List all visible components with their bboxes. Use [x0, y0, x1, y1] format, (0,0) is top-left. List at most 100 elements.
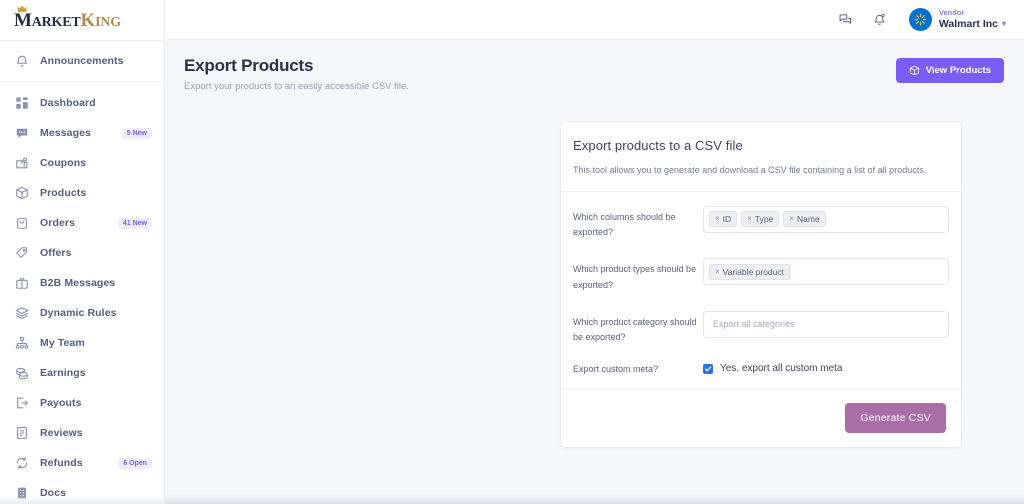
bell-icon: [14, 53, 30, 69]
bottom-shade: [165, 494, 1024, 504]
tag-chip[interactable]: ×Type: [741, 211, 779, 227]
user-name-row: Walmart Inc ▾: [939, 18, 1006, 31]
check-icon: [704, 365, 712, 373]
brand-market-rest: ARKET: [32, 15, 81, 30]
sidebar-item-label: Messages: [40, 127, 91, 139]
sidebar-item-earnings[interactable]: Earnings: [0, 358, 164, 388]
form-row-label: Which product category should be exporte…: [573, 311, 703, 347]
form-row-label: Which columns should be exported?: [573, 206, 703, 242]
tag-input[interactable]: ×ID×Type×Name: [703, 206, 949, 233]
custom-meta-checkbox[interactable]: [703, 364, 713, 374]
tag-chip[interactable]: ×ID: [709, 211, 737, 227]
sidebar: MARKETKING Announcements Dashboard Messag…: [0, 0, 165, 504]
export-card: Export products to a CSV file This tool …: [561, 122, 961, 447]
sidebar-item-label: Earnings: [40, 367, 86, 379]
sidebar-item-label: Refunds: [40, 457, 83, 469]
sidebar-item-badge: 5 New: [122, 128, 152, 139]
form-row: Which product types should be exported?×…: [573, 258, 949, 294]
sidebar-item-label: B2B Messages: [40, 277, 115, 289]
chip-label: Variable product: [723, 267, 784, 277]
form-row-control: ×Variable product: [703, 258, 949, 285]
payout-icon: [14, 395, 30, 411]
chevron-down-icon[interactable]: ▾: [1002, 19, 1006, 29]
chip-remove-icon[interactable]: ×: [789, 214, 794, 224]
sidebar-item-products[interactable]: Products: [0, 178, 164, 208]
tag-input[interactable]: Export all categories: [703, 311, 949, 338]
coins-icon: [14, 365, 30, 381]
form-row-control: ×ID×Type×Name: [703, 206, 949, 233]
chip-remove-icon[interactable]: ×: [715, 214, 720, 224]
custom-meta-text: Yes, export all custom meta: [720, 363, 842, 374]
main-area: Vendor Walmart Inc ▾ Export Products Exp…: [165, 0, 1024, 504]
sidebar-label-announcements: Announcements: [40, 55, 124, 67]
sidebar-item-label: Products: [40, 187, 86, 199]
chat-bubbles-icon[interactable]: [837, 11, 855, 29]
sidebar-item-payouts[interactable]: Payouts: [0, 388, 164, 418]
generate-csv-button[interactable]: Generate CSV: [845, 403, 946, 433]
sidebar-item-docs[interactable]: Docs: [0, 478, 164, 504]
custom-meta-row: Export custom meta? Yes, export all cust…: [573, 363, 949, 374]
user-menu[interactable]: Vendor Walmart Inc ▾: [905, 8, 1006, 31]
box-icon: [14, 185, 30, 201]
sidebar-item-reviews[interactable]: Reviews: [0, 418, 164, 448]
brand-king-rest: ING: [95, 15, 121, 30]
form-row-control: Export all categories: [703, 311, 949, 338]
sidebar-item-label: Reviews: [40, 427, 83, 439]
sidebar-item-label: Payouts: [40, 397, 82, 409]
coupon-icon: [14, 155, 30, 171]
view-products-button[interactable]: View Products: [896, 58, 1004, 83]
brand-logo[interactable]: MARKETKING: [0, 0, 164, 40]
export-card-footer: Generate CSV: [561, 388, 961, 447]
sidebar-item-b2b-messages[interactable]: B2B Messages: [0, 268, 164, 298]
bell-icon[interactable]: [871, 11, 889, 29]
sidebar-item-label: Offers: [40, 247, 72, 259]
chip-remove-icon[interactable]: ×: [715, 267, 720, 277]
chip-label: Type: [755, 214, 773, 224]
page-subtitle: Export your products to an easily access…: [184, 81, 409, 92]
page-header-text: Export Products Export your products to …: [184, 56, 409, 92]
brand-logo-text: MARKETKING: [14, 11, 121, 30]
docs-icon: [14, 485, 30, 501]
user-name: Walmart Inc: [939, 18, 998, 31]
topbar: Vendor Walmart Inc ▾: [165, 0, 1024, 40]
refresh-icon: [14, 455, 30, 471]
user-role: Vendor: [939, 8, 1006, 17]
brand-market: M: [14, 10, 32, 31]
layers-icon: [14, 305, 30, 321]
sidebar-item-label: Dashboard: [40, 97, 96, 109]
sidebar-item-orders[interactable]: Orders 41 New: [0, 208, 164, 238]
sidebar-item-dashboard[interactable]: Dashboard: [0, 88, 164, 118]
custom-meta-checkbox-wrap[interactable]: Yes, export all custom meta: [703, 363, 842, 374]
sidebar-item-refunds[interactable]: Refunds6 Open: [0, 448, 164, 478]
sidebar-item-label: Dynamic Rules: [40, 307, 117, 319]
tag-input-placeholder: Export all categories: [713, 319, 795, 329]
chip-remove-icon[interactable]: ×: [747, 214, 752, 224]
custom-meta-label: Export custom meta?: [573, 364, 703, 374]
sidebar-item-messages[interactable]: Messages 5 New: [0, 118, 164, 148]
form-row: Which columns should be exported?×ID×Typ…: [573, 206, 949, 242]
bag-icon: [14, 215, 30, 231]
form-row: Which product category should be exporte…: [573, 311, 949, 347]
sidebar-item-dynamic-rules[interactable]: Dynamic Rules: [0, 298, 164, 328]
sidebar-item-label: Coupons: [40, 157, 86, 169]
briefcase-icon: [14, 275, 30, 291]
crown-icon: [17, 5, 27, 12]
box-icon: [909, 65, 920, 76]
sidebar-item-label: Orders: [40, 217, 75, 229]
chat-icon: [14, 125, 30, 141]
sidebar-item-announcements[interactable]: Announcements: [0, 41, 164, 81]
page-header: Export Products Export your products to …: [165, 40, 1024, 92]
sidebar-item-coupons[interactable]: Coupons: [0, 148, 164, 178]
sidebar-item-my-team[interactable]: My Team: [0, 328, 164, 358]
sidebar-item-offers[interactable]: Offers: [0, 238, 164, 268]
tag-chip[interactable]: ×Variable product: [709, 264, 790, 280]
sidebar-item-label: My Team: [40, 337, 85, 349]
review-icon: [14, 425, 30, 441]
export-form: Which columns should be exported?×ID×Typ…: [561, 192, 961, 389]
tag-input[interactable]: ×Variable product: [703, 258, 949, 285]
page-title: Export Products: [184, 56, 409, 76]
sidebar-item-label: Docs: [40, 487, 66, 499]
sidebar-item-badge: 41 New: [118, 218, 152, 229]
tag-chip[interactable]: ×Name: [783, 211, 825, 227]
export-card-header: Export products to a CSV file This tool …: [561, 122, 961, 192]
